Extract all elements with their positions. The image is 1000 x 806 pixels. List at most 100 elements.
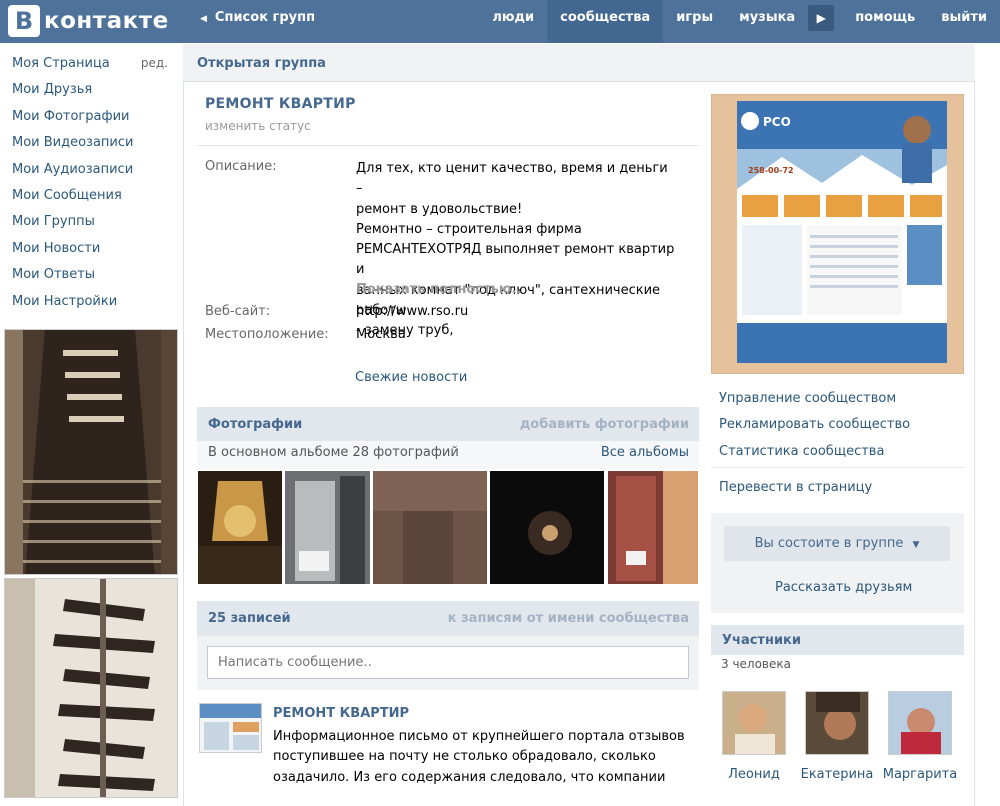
dropdown-arrow-icon: ▼ [912,540,920,550]
group-cover-image[interactable]: РСО 258-00-72 [711,94,964,374]
menu-my-groups[interactable]: Мои Группы [0,202,182,230]
nav-communities[interactable]: сообщества [547,0,664,43]
left-menu: Моя Страница ред. Мои Друзья Мои Фотогра… [0,44,182,309]
member-status-button[interactable]: Вы состоите в группе ▼ [724,526,950,561]
logo-text: контакте [44,8,169,34]
group-name: РЕМОНТ КВАРТИР [205,96,356,112]
menu-item-label: Мои Новости [12,240,101,256]
location-label: Местоположение: [205,327,329,342]
back-arrow-icon: ◀ [200,14,207,24]
menu-my-news[interactable]: Мои Новости [0,229,182,256]
top-nav: люди сообщества игры музыка ▶ помощь вый… [479,0,1000,43]
nav-games[interactable]: игры [663,0,726,43]
menu-item-label: Мои Сообщения [12,187,122,203]
nav-help[interactable]: помощь [842,0,928,43]
description-label: Описание: [205,159,277,174]
description-line: ремонт в удовольствие! [356,201,523,217]
cover-logo-text: РСО [763,115,791,129]
member-status-label: Вы состоите в группе [754,536,904,551]
menu-item-label: Мои Аудиозаписи [12,161,134,177]
tell-friends-link[interactable]: Рассказать друзьям [775,580,912,595]
all-albums-link[interactable]: Все альбомы [601,445,689,460]
community-stats-link[interactable]: Статистика сообщества [719,444,884,459]
post-input-area [197,636,699,690]
photo-thumb[interactable] [608,471,698,584]
photos-title[interactable]: Фотографии [208,417,302,432]
add-photos-link[interactable]: добавить фотографии [520,417,689,432]
menu-my-audio[interactable]: Мои Аудиозаписи [0,150,182,177]
nav-people[interactable]: люди [479,0,547,43]
menu-my-answers[interactable]: Мои Ответы [0,255,182,283]
avatar[interactable] [722,691,786,755]
menu-my-page[interactable]: Моя Страница ред. [0,44,182,71]
menu-my-messages[interactable]: Мои Сообщения [0,176,182,203]
post-line: Информационное письмо от крупнейшего пор… [273,729,685,744]
photos-header: Фотографии добавить фотографии [197,407,699,442]
nav-music[interactable]: музыка [726,0,808,43]
post-author[interactable]: РЕМОНТ КВАРТИР [273,706,409,721]
member-name[interactable]: Екатерина [797,767,877,782]
avatar[interactable] [888,691,952,755]
logo-letter: В [8,5,40,37]
group-list-label: Список групп [214,10,316,25]
menu-my-photos[interactable]: Мои Фотографии [0,97,182,124]
top-bar: В контакте ◀ Список групп люди сообщества… [0,0,1000,43]
ad-image-stairs-corridor[interactable] [4,329,178,575]
show-full-link[interactable]: Показать полностью.. [356,282,521,297]
divider [197,145,699,146]
advertise-community-link[interactable]: Рекламировать сообщество [719,417,910,432]
wall-count[interactable]: 25 записей [208,611,291,626]
menu-my-page-label: Моя Страница [12,56,110,71]
album-info: В основном альбоме 28 фотографий [208,445,459,460]
nav-logout[interactable]: выйти [928,0,1000,43]
post-text: Информационное письмо от крупнейшего пор… [273,727,693,788]
page-title: Открытая группа [197,56,326,71]
divider [711,467,964,468]
post-line: озадачило. Из его содержания следовало, … [273,769,666,785]
member-name[interactable]: Маргарита [880,767,960,782]
menu-my-videos[interactable]: Мои Видеозаписи [0,123,182,151]
manage-community-link[interactable]: Управление сообществом [719,391,896,406]
members-count: 3 человека [721,657,791,671]
description-line: Ремонтно – строительная фирма [356,221,582,237]
member-name[interactable]: Леонид [714,767,794,782]
menu-my-friends[interactable]: Мои Друзья [0,70,182,98]
post-input[interactable] [207,646,689,679]
music-player-arrow-icon[interactable]: ▶ [808,5,835,31]
website-label: Веб-сайт: [205,304,271,319]
menu-item-label: Мои Фотографии [12,108,130,124]
ad-image-spiral-stairs[interactable] [4,578,178,798]
vk-logo[interactable]: В контакте [8,5,169,37]
website-link[interactable]: http://www.rso.ru [356,302,468,322]
photo-thumb[interactable] [373,471,487,584]
member-card[interactable]: Маргарита [880,691,960,782]
change-status-link[interactable]: изменить статус [205,119,311,133]
member-card[interactable]: Леонид [714,691,794,782]
edit-link[interactable]: ред. [141,56,170,70]
description-line: РЕМСАНТЕХОТРЯД выполняет ремонт квартир … [356,242,675,278]
menu-item-label: Мои Группы [12,214,95,230]
menu-my-settings[interactable]: Мои Настройки [0,282,182,309]
cover-phone-text: 258-00-72 [748,166,794,175]
page-header: Открытая группа [183,44,975,82]
wall-header: 25 записей к записям от имени сообщества [197,601,699,636]
menu-item-label: Мои Друзья [12,82,93,98]
group-list-link[interactable]: ◀ Список групп [200,0,315,43]
member-card[interactable]: Екатерина [797,691,877,782]
members-title[interactable]: Участники [722,633,801,648]
members-header: Участники [711,625,964,655]
photo-thumb[interactable] [285,471,370,584]
fresh-news-link[interactable]: Свежие новости [355,370,467,385]
menu-item-label: Мои Видеозаписи [12,135,134,151]
avatar[interactable] [805,691,869,755]
community-posts-link[interactable]: к записям от имени сообщества [448,611,689,626]
post-avatar[interactable] [199,703,262,753]
post-line: поступившее на почту не столько обрадова… [273,749,656,765]
photo-thumb[interactable] [198,471,282,584]
description-line: Для тех, кто ценит качество, время и ден… [356,161,668,197]
photo-thumb[interactable] [490,471,604,584]
convert-to-page-link[interactable]: Перевести в страницу [719,480,872,495]
photos-subheader: В основном альбоме 28 фотографий Все аль… [197,441,699,469]
menu-item-label: Мои Ответы [12,267,96,283]
location-value: Москва [356,327,406,342]
